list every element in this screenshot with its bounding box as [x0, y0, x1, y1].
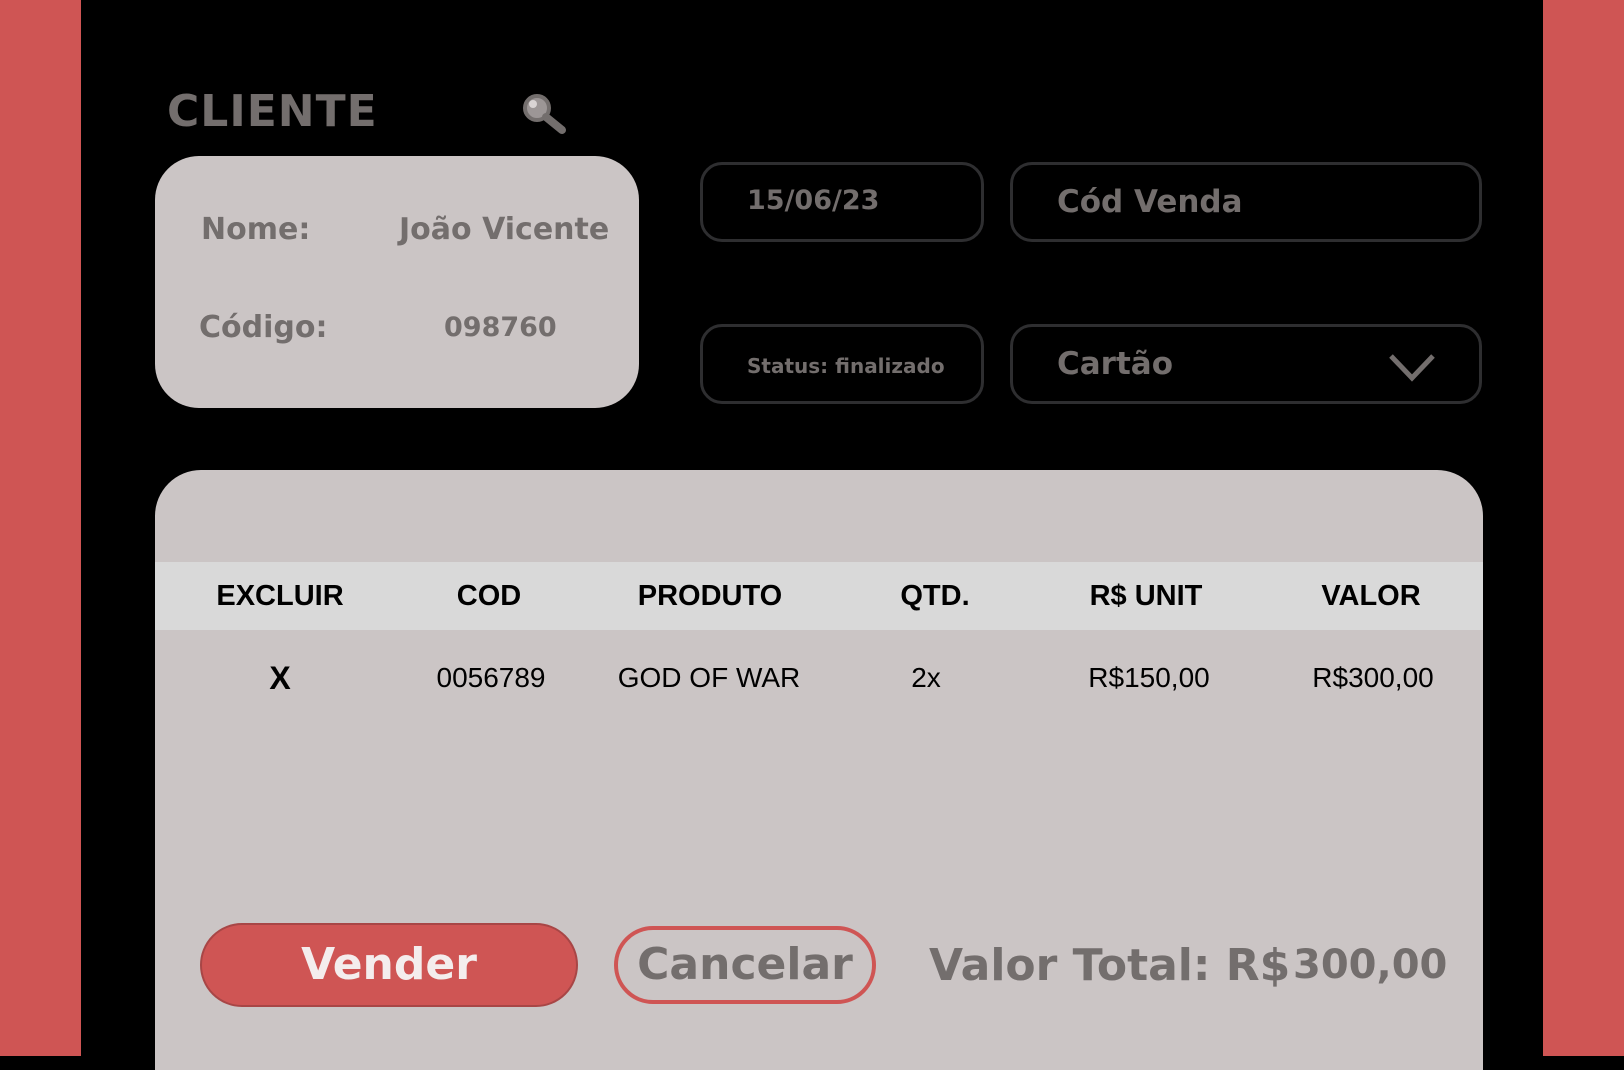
client-card: Nome: João Vicente Código: 098760	[155, 156, 639, 408]
vender-button[interactable]: Vender	[200, 923, 578, 1007]
table-row: X 0056789 GOD OF WAR 2x R$150,00 R$300,0…	[155, 632, 1483, 712]
table-header: EXCLUIR COD PRODUTO QTD. R$ UNIT VALOR	[155, 562, 1483, 630]
left-accent-bar	[0, 0, 81, 1056]
header-valor: VALOR	[1321, 580, 1421, 612]
nome-label: Nome:	[201, 212, 311, 247]
header-produto: PRODUTO	[637, 580, 783, 612]
header-excluir: EXCLUIR	[216, 580, 344, 612]
total-label: Valor Total: R$	[929, 940, 1291, 991]
row-produto: GOD OF WAR	[617, 662, 801, 693]
date-field[interactable]: 15/06/23	[700, 162, 984, 242]
codigo-label: Código:	[199, 310, 328, 345]
row-unit: R$150,00	[1088, 662, 1210, 693]
delete-item-button[interactable]: X	[269, 660, 290, 697]
row-cod: 0056789	[436, 662, 546, 693]
search-icon[interactable]	[520, 92, 570, 136]
right-accent-bar	[1543, 0, 1624, 1056]
total-value: 300,00	[1293, 942, 1448, 988]
nome-value: João Vicente	[399, 212, 610, 247]
cancelar-button[interactable]: Cancelar	[614, 926, 876, 1004]
row-qtd: 2x	[911, 662, 941, 693]
status-field: Status: finalizado	[700, 324, 984, 404]
payment-method-value: Cartão	[1057, 346, 1173, 382]
header-qtd: QTD.	[900, 580, 970, 612]
header-cod: COD	[456, 580, 522, 612]
row-valor: R$300,00	[1312, 662, 1434, 693]
sale-panel: EXCLUIR COD PRODUTO QTD. R$ UNIT VALOR X…	[155, 470, 1483, 1070]
header-unit: R$ UNIT	[1089, 580, 1203, 612]
chevron-down-icon[interactable]	[1387, 352, 1437, 382]
codigo-value: 098760	[444, 312, 557, 343]
payment-method-select[interactable]: Cartão	[1010, 324, 1482, 404]
cod-venda-field[interactable]: Cód Venda	[1010, 162, 1482, 242]
cliente-title: CLIENTE	[167, 86, 378, 137]
